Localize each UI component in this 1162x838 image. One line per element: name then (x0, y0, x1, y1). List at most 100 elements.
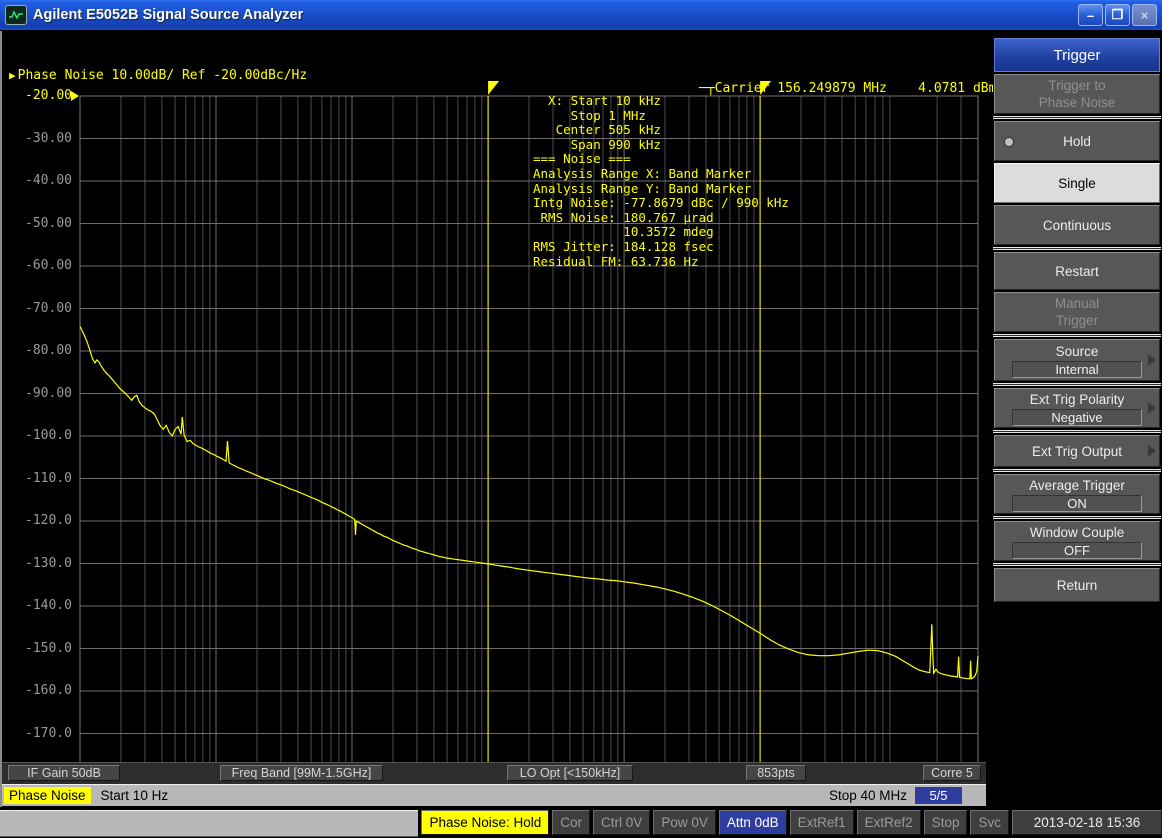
restore-button[interactable]: ❐ (1105, 4, 1130, 26)
softkey-hold[interactable]: Hold (994, 121, 1160, 161)
y-axis-tick-label: -150.0 (6, 641, 72, 656)
softkey-window-couple[interactable]: Window CoupleOFF (994, 521, 1160, 561)
softkey-label: Single (1058, 175, 1096, 192)
status-item-7: ExtRef2 (857, 810, 921, 835)
trace-marker-icon: ▶ (9, 69, 16, 82)
ref-level-marker-icon (71, 91, 79, 101)
menu-title: Trigger (994, 38, 1160, 72)
status-item-4: Pow 0V (653, 810, 716, 835)
minimize-button[interactable]: – (1078, 4, 1103, 26)
softkey-continuous[interactable]: Continuous (994, 205, 1160, 245)
softkey-value: Negative (1012, 409, 1142, 426)
window-title: Agilent E5052B Signal Source Analyzer (33, 7, 303, 23)
y-axis-tick-label: -80.00 (6, 343, 72, 358)
sweep-range-bar: Phase Noise Start 10 Hz Stop 40 MHz 5/5 (2, 784, 986, 806)
datetime-label: 2013-02-18 15:36 (1012, 810, 1162, 835)
menu-separator (993, 383, 1161, 386)
config-item-1: IF Gain 50dB (8, 765, 120, 781)
status-item-9: Svc (970, 810, 1009, 835)
menu-separator (993, 334, 1161, 337)
y-axis-tick-label: -160.0 (6, 683, 72, 698)
y-axis-tick-label: -60.00 (6, 258, 72, 273)
y-axis-tick-label: -100.0 (6, 428, 72, 443)
menu-separator (993, 116, 1161, 119)
carrier-frequency: 156.249879 MHz (777, 81, 887, 96)
status-item-5: Attn 0dB (719, 810, 787, 835)
y-axis-tick-label: -30.00 (6, 131, 72, 146)
softkey-ext-trig-output[interactable]: Ext Trig Output (994, 435, 1160, 467)
carrier-power: 4.0781 dBm (918, 81, 996, 96)
softkey-ext-trig-polarity[interactable]: Ext Trig PolarityNegative (994, 388, 1160, 428)
y-axis-tick-label: -120.0 (6, 513, 72, 528)
y-axis-tick-label: -110.0 (6, 471, 72, 486)
app-window: { "window": { "title": "Agilent E5052B S… (0, 0, 1162, 838)
softkey-single[interactable]: Single (994, 163, 1160, 203)
softkey-value: OFF (1012, 542, 1142, 559)
status-item-3: Ctrl 0V (593, 810, 650, 835)
config-item-5: Corre 5 (923, 765, 981, 781)
y-axis-tick-label: -90.00 (6, 386, 72, 401)
window-title-bar: Agilent E5052B Signal Source Analyzer – … (0, 0, 1162, 30)
softkey-label: Ext Trig Output (1032, 443, 1122, 460)
measurement-config-bar: IF Gain 50dB Freq Band [99M-1.5GHz] LO Opt… (2, 762, 986, 784)
softkey-label: Average Trigger (1029, 477, 1125, 494)
softkey-label: Ext Trig Polarity (1030, 391, 1125, 408)
sweep-start-label: Start 10 Hz (101, 788, 169, 803)
softkey-label: Manual (1055, 295, 1099, 312)
selected-radio-dot-icon (1004, 137, 1014, 147)
page-indicator-badge: 5/5 (915, 787, 962, 804)
y-axis-tick-label: -140.0 (6, 598, 72, 613)
menu-separator (993, 247, 1161, 250)
y-axis-tick-label: -130.0 (6, 556, 72, 571)
status-item-8: Stop (924, 810, 968, 835)
y-axis-tick-label: -40.00 (6, 173, 72, 188)
softkey-label: Return (1057, 577, 1098, 594)
softkey-average-trigger[interactable]: Average TriggerON (994, 474, 1160, 514)
status-item-2: Cor (552, 810, 590, 835)
softkey-value: Internal (1012, 361, 1142, 378)
submenu-arrow-icon (1148, 402, 1156, 414)
softkey-label: Trigger to (1048, 77, 1105, 94)
config-item-4: 853pts (746, 765, 806, 781)
y-axis-tick-label: -50.00 (6, 216, 72, 231)
submenu-arrow-icon (1148, 445, 1156, 457)
phase-noise-plot (2, 63, 988, 794)
sweep-stop-label: Stop 40 MHz (829, 788, 907, 803)
trace-header: ▶Phase Noise 10.00dB/ Ref -20.00dBc/Hz (9, 68, 307, 83)
submenu-arrow-icon (1148, 354, 1156, 366)
menu-separator (993, 469, 1161, 472)
instrument-display: ▶Phase Noise 10.00dB/ Ref -20.00dBc/Hz ─… (0, 31, 986, 807)
softkey-label: Continuous (1043, 217, 1111, 234)
softkey-source[interactable]: SourceInternal (994, 339, 1160, 381)
softkey-label: Hold (1063, 133, 1091, 150)
softkey-menu: Trigger Trigger toPhase Noise Hold Single C… (993, 31, 1162, 807)
band-marker-flag-1 (488, 81, 499, 95)
y-axis-tick-label: -70.00 (6, 301, 72, 316)
trace-header-label: Phase Noise 10.00dB/ Ref -20.00dBc/Hz (18, 68, 308, 83)
noise-analysis-text: X: Start 10 kHz Stop 1 MHz Center 505 kH… (533, 94, 789, 269)
y-ref-level-label: -20.00 (6, 88, 72, 103)
softkey-label-line2: Phase Noise (1039, 94, 1116, 111)
config-item-3: LO Opt [<150kHz] (507, 765, 633, 781)
status-bar: Phase Noise: HoldCorCtrl 0VPow 0VAttn 0d… (0, 810, 1162, 837)
softkey-value: ON (1012, 495, 1142, 512)
menu-separator (993, 516, 1161, 519)
app-icon (5, 5, 27, 25)
status-message-area (0, 810, 418, 837)
mode-badge: Phase Noise (4, 787, 91, 804)
softkey-manual: ManualTrigger (994, 292, 1160, 332)
close-button[interactable]: × (1132, 4, 1157, 26)
softkey-return[interactable]: Return (994, 568, 1160, 602)
menu-separator (993, 563, 1161, 566)
menu-separator (993, 430, 1161, 433)
config-item-2: Freq Band [99M-1.5GHz] (220, 765, 383, 781)
softkey-label: Source (1056, 343, 1099, 360)
softkey-restart[interactable]: Restart (994, 252, 1160, 290)
softkey-label: Restart (1055, 263, 1099, 280)
softkey-label: Window Couple (1030, 524, 1125, 541)
softkey-label-line2: Trigger (1056, 312, 1098, 329)
status-item-6: ExtRef1 (790, 810, 854, 835)
y-axis-tick-label: -170.0 (6, 726, 72, 741)
softkey-trigger-to: Trigger toPhase Noise (994, 74, 1160, 114)
status-item-1: Phase Noise: Hold (421, 810, 549, 835)
